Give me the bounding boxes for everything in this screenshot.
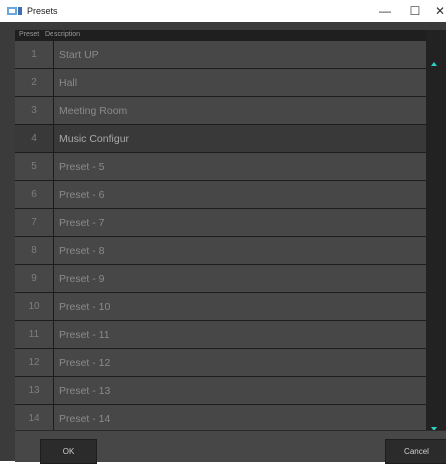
preset-number: 1: [31, 49, 37, 60]
preset-number: 5: [31, 161, 37, 172]
preset-row[interactable]: 3 Meeting Room: [15, 97, 426, 125]
preset-number: 10: [28, 301, 40, 312]
preset-number: 12: [28, 357, 40, 368]
preset-row[interactable]: 13 Preset - 13: [15, 377, 426, 405]
preset-row[interactable]: 2 Hall: [15, 69, 426, 97]
preset-row[interactable]: 10 Preset - 10: [15, 293, 426, 321]
presets-grid: Preset Description 1 Start UP 2 Hall 3 Meetin…: [15, 30, 426, 440]
preset-number: 14: [28, 413, 40, 424]
preset-number: 2: [31, 77, 37, 88]
button-bar: OK Cancel: [15, 430, 446, 464]
preset-number: 4: [31, 133, 37, 144]
scroll-up-arrow-icon[interactable]: [431, 62, 437, 66]
preset-description: Preset - 10: [59, 300, 111, 313]
ok-button[interactable]: OK: [40, 439, 97, 464]
preset-description: Preset - 12: [59, 356, 111, 369]
preset-description: Preset - 6: [59, 188, 105, 201]
preset-row[interactable]: 9 Preset - 9: [15, 265, 426, 293]
preset-number: 3: [31, 105, 37, 116]
column-header-description[interactable]: Description: [45, 31, 80, 38]
preset-row[interactable]: 8 Preset - 8: [15, 237, 426, 265]
cancel-button[interactable]: Cancel: [385, 439, 446, 464]
preset-row[interactable]: 7 Preset - 7: [15, 209, 426, 237]
preset-number: 8: [31, 245, 37, 256]
preset-row[interactable]: 6 Preset - 6: [15, 181, 426, 209]
preset-row[interactable]: 12 Preset - 12: [15, 349, 426, 377]
preset-description: Preset - 14: [59, 412, 111, 425]
preset-row[interactable]: 11 Preset - 11: [15, 321, 426, 349]
preset-description: Preset - 5: [59, 160, 105, 173]
preset-row[interactable]: 1 Start UP: [15, 41, 426, 69]
preset-number: 6: [31, 189, 37, 200]
preset-row[interactable]: 4 Music Configur: [15, 125, 426, 153]
vertical-scrollbar[interactable]: [426, 30, 446, 440]
close-button[interactable]: ✕: [425, 0, 446, 22]
preset-number: 11: [28, 329, 40, 340]
preset-description: Preset - 11: [59, 328, 110, 341]
preset-number: 9: [31, 273, 37, 284]
preset-description: Hall: [59, 76, 78, 89]
preset-number: 7: [31, 217, 37, 228]
column-divider: [53, 30, 54, 440]
preset-description: Meeting Room: [59, 104, 128, 117]
minimize-button[interactable]: —: [370, 0, 400, 22]
preset-description: Preset - 13: [59, 384, 111, 397]
preset-number: 13: [28, 385, 40, 396]
window-title: Presets: [27, 6, 58, 16]
preset-row[interactable]: 5 Preset - 5: [15, 153, 426, 181]
title-bar[interactable]: Presets — ☐ ✕: [0, 0, 446, 22]
preset-description: Preset - 9: [59, 272, 105, 285]
preset-row[interactable]: 14 Preset - 14: [15, 405, 426, 433]
preset-rows: 1 Start UP 2 Hall 3 Meeting Room 4 Music Config…: [15, 41, 426, 433]
grid-header: Preset Description: [15, 30, 426, 41]
column-header-preset[interactable]: Preset: [19, 31, 39, 38]
preset-description: Music Configur: [59, 132, 130, 145]
dialog-body: Preset Description 1 Start UP 2 Hall 3 Meetin…: [0, 22, 446, 464]
presets-app-icon: [7, 6, 23, 16]
preset-description: Preset - 8: [59, 244, 105, 257]
preset-description: Start UP: [59, 48, 99, 61]
preset-description: Preset - 7: [59, 216, 105, 229]
